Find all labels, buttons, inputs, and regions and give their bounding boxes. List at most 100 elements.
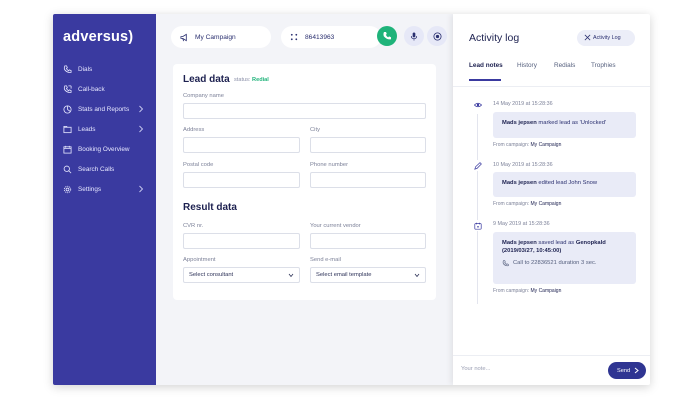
send-button[interactable]: Send [608,362,646,379]
chevron-right-icon [138,185,144,193]
lead-form-card: Lead data status: Redial Company name Ad… [173,64,436,300]
result-data-title: Result data [183,202,237,213]
activity-entry: Mads jepsen edited lead John Snow [493,172,636,197]
eye-icon [472,99,483,110]
chevron-down-icon [288,273,294,278]
call-info-text: Call to 22836521 duration 3 sec. [513,260,597,266]
entry-from-label: From campaign: [493,288,530,294]
sidebar: adversus) Dials Call-back Stats and Repo… [53,14,156,385]
phone-number-input[interactable] [310,172,426,188]
activity-log-button-label: Activity Log [593,35,621,41]
status-value: Redial [252,77,269,83]
calendar-icon [63,145,72,154]
record-icon [432,31,442,41]
sidebar-item-booking[interactable]: Booking Overview [53,139,156,159]
cvr-label: CVR nr. [183,223,204,229]
phone-icon [502,259,509,266]
campaign-name: My Campaign [195,33,236,41]
close-activity-log-button[interactable]: Activity Log [577,30,635,46]
microphone-icon [410,31,418,41]
timeline-line [477,114,478,304]
chevron-right-icon [634,367,639,374]
phone-icon [63,64,72,74]
send-email-label: Send e-mail [310,257,341,263]
status-label: status: [234,77,251,83]
lead-data-title: Lead data [183,74,230,85]
postal-code-input[interactable] [183,172,300,188]
address-input[interactable] [183,137,300,153]
call-button[interactable] [377,26,397,46]
sidebar-item-leads[interactable]: Leads [53,119,156,139]
pencil-icon [472,160,483,171]
activity-title: Activity log [469,32,520,44]
tab-trophies[interactable]: Trophies [591,62,616,69]
sidebar-nav: Dials Call-back Stats and Reports Leads … [53,59,156,199]
megaphone-icon [180,33,187,41]
record-button[interactable] [427,26,447,46]
send-button-label: Send [617,367,631,374]
tab-history[interactable]: History [517,62,537,69]
company-name-input[interactable] [183,103,426,119]
vendor-label: Your current vendor [310,223,361,229]
folder-icon [63,125,72,134]
entry-user: Mads jepsen [502,180,537,186]
entry-time: 14 May 2019 at 15:28:36 [493,101,553,107]
tab-redials[interactable]: Redials [554,62,575,69]
entry-campaign: From campaign: My Campaign [493,288,561,294]
email-template-select-value: Select email template [316,272,372,278]
sidebar-item-dials[interactable]: Dials [53,59,156,79]
email-template-select[interactable]: Select email template [310,267,426,283]
entry-campaign: From campaign: My Campaign [493,142,561,148]
sidebar-item-label: Dials [78,65,93,73]
note-input[interactable]: Your note... [461,366,490,372]
call-info: Call to 22836521 duration 3 sec. [502,259,627,267]
note-divider [453,355,650,356]
entry-time: 9 May 2019 at 15:28:36 [493,221,550,227]
sidebar-item-label: Call-back [78,85,105,93]
address-label: Address [183,127,205,133]
phone-number: 86413963 [305,33,335,41]
tab-lead-notes[interactable]: Lead notes [469,62,503,69]
active-tab-indicator [469,79,501,81]
sidebar-item-label: Search Calls [78,165,115,173]
calendar-icon [472,220,483,231]
chevron-right-icon [138,105,144,113]
consultant-select[interactable]: Select consultant [183,267,300,283]
city-input[interactable] [310,137,426,153]
chevron-down-icon [414,273,420,278]
vendor-input[interactable] [310,233,426,249]
appointment-label: Appointment [183,257,216,263]
chevron-right-icon [138,125,144,133]
entry-campaign-name: My Campaign [530,142,562,148]
sidebar-item-settings[interactable]: Settings [53,179,156,199]
dialpad-icon [290,33,298,40]
status-badge: status: Redial [234,77,269,83]
sidebar-item-label: Stats and Reports [78,105,130,113]
sidebar-item-callback[interactable]: Call-back [53,79,156,99]
entry-text: marked lead as 'Unlocked' [538,120,607,126]
cvr-input[interactable] [183,233,300,249]
postal-code-label: Postal code [183,162,214,168]
search-icon [63,165,72,174]
city-label: City [310,127,320,133]
campaign-selector[interactable]: My Campaign [171,26,271,48]
close-icon [584,34,591,41]
logo: adversus) [63,29,134,45]
sidebar-item-label: Leads [78,125,96,133]
sidebar-item-label: Booking Overview [78,145,130,153]
entry-campaign-name: My Campaign [530,201,562,207]
sidebar-item-search-calls[interactable]: Search Calls [53,159,156,179]
phone-number-field[interactable]: 86413963 [281,26,381,48]
entry-from-label: From campaign: [493,142,530,148]
sidebar-item-stats[interactable]: Stats and Reports [53,99,156,119]
app-window: adversus) Dials Call-back Stats and Repo… [53,14,650,385]
sidebar-item-label: Settings [78,185,102,193]
phone-icon [383,32,391,40]
callback-icon [63,84,72,94]
mute-button[interactable] [404,26,424,46]
entry-from-label: From campaign: [493,201,530,207]
entry-campaign: From campaign: My Campaign [493,201,561,207]
activity-entry: Mads jepsen marked lead as 'Unlocked' [493,112,636,138]
gear-icon [63,185,72,194]
chart-icon [63,104,72,114]
